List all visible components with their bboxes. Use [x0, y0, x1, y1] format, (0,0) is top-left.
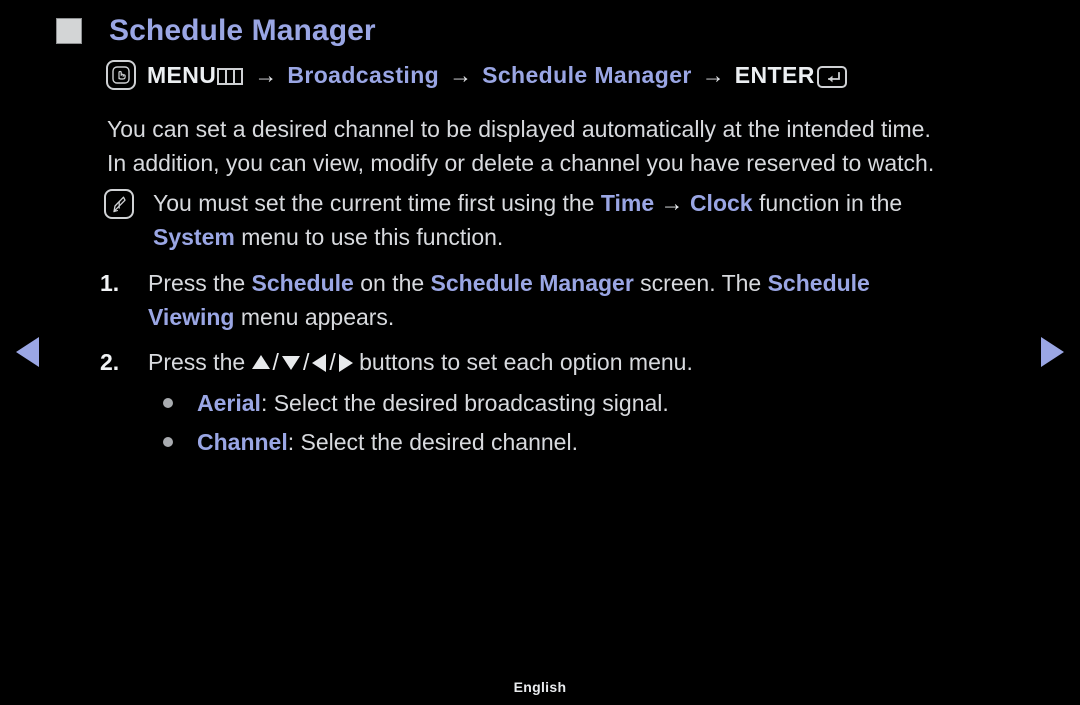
slash-3: / [329, 349, 336, 375]
note-term-clock[interactable]: Clock [690, 190, 753, 216]
note-block: You must set the current time first usin… [104, 186, 902, 254]
step1-part2: on the [353, 270, 431, 296]
arrow-left-icon [312, 353, 327, 372]
bullet-1-description: : Select the desired broadcasting signal… [260, 390, 669, 416]
bullet-2-description: : Select the desired channel. [287, 429, 578, 455]
step-2-body: Press the / / / buttons to set each option… [148, 345, 693, 379]
step2-text-before: Press the [148, 349, 252, 375]
path-separator-3: → [701, 62, 725, 88]
note-pencil-icon [104, 189, 134, 219]
note-line2-rest: menu to use this function. [234, 224, 504, 250]
bullet-dot-icon [163, 437, 173, 447]
hand-touch-icon [106, 60, 136, 90]
step1-term-viewing[interactable]: Viewing [148, 304, 235, 330]
note-line-1: You must set the current time first usin… [153, 186, 902, 220]
menu-label: MENU [147, 62, 217, 88]
list-item: Channel: Select the desired channel. [163, 425, 578, 459]
step2-text-after: buttons to set each option menu. [352, 349, 693, 375]
step-1-body: Press the Schedule on the Schedule Manag… [148, 266, 870, 334]
note-line1-part1: You must set the current time first usin… [153, 190, 601, 216]
intro-paragraph: You can set a desired channel to be disp… [107, 112, 934, 180]
bullet-term-aerial[interactable]: Aerial [197, 390, 261, 416]
note-line1-part2: function in the [752, 190, 903, 216]
next-page-button[interactable] [1041, 337, 1064, 367]
menu-path: MENU → Broadcasting → Schedule Manager →… [106, 60, 847, 90]
step1-term-schedule[interactable]: Schedule [252, 270, 354, 296]
menu-bars-icon [217, 67, 244, 85]
section-square-icon [56, 18, 82, 44]
note-line-2: System menu to use this function. [153, 220, 902, 254]
footer-language: English [513, 679, 567, 695]
slash-1: / [272, 349, 279, 375]
bullet-dot-icon [163, 398, 173, 408]
path-item-broadcasting[interactable]: Broadcasting [287, 60, 439, 90]
arrow-up-icon [251, 354, 270, 369]
step1-line2-rest: menu appears. [234, 304, 395, 330]
intro-line-1: You can set a desired channel to be disp… [107, 116, 931, 142]
page-title: Schedule Manager [109, 14, 376, 47]
note-line1-arrow: → [654, 190, 690, 216]
step-2-number: 2. [100, 349, 120, 375]
manual-page: Schedule Manager MENU → Broadcasting → S… [0, 0, 1080, 705]
enter-key-icon [816, 65, 847, 88]
page-title-row: Schedule Manager [56, 13, 376, 49]
bullet-2-text: Channel: Select the desired channel. [197, 425, 578, 459]
step1-part1: Press the [148, 270, 252, 296]
step1-part3: screen. The [633, 270, 768, 296]
path-separator-2: → [449, 62, 473, 88]
list-item: Aerial: Select the desired broadcasting … [163, 386, 669, 420]
path-separator-1: → [254, 62, 278, 88]
step-2: 2. Press the / / / buttons to set each opt… [100, 345, 693, 379]
step-1-number: 1. [100, 270, 120, 296]
arrow-right-icon [338, 353, 353, 372]
bullet-term-channel[interactable]: Channel [197, 429, 288, 455]
bullet-1-text: Aerial: Select the desired broadcasting … [197, 386, 669, 420]
step-1-line-2: Viewing menu appears. [148, 300, 870, 334]
note-term-system[interactable]: System [153, 224, 235, 250]
step1-term-schedule-2[interactable]: Schedule [768, 270, 870, 296]
step-1: 1. Press the Schedule on the Schedule Ma… [100, 266, 870, 334]
step-1-line-1: Press the Schedule on the Schedule Manag… [148, 266, 870, 300]
intro-line-2: In addition, you can view, modify or del… [107, 150, 935, 176]
note-term-time[interactable]: Time [601, 190, 654, 216]
note-text: You must set the current time first usin… [153, 186, 902, 254]
previous-page-button[interactable] [16, 337, 39, 367]
step1-term-schedule-manager[interactable]: Schedule Manager [431, 270, 634, 296]
enter-label: ENTER [734, 62, 815, 88]
slash-2: / [302, 349, 310, 375]
path-item-schedule-manager[interactable]: Schedule Manager [482, 60, 692, 90]
arrow-down-icon [281, 355, 300, 370]
